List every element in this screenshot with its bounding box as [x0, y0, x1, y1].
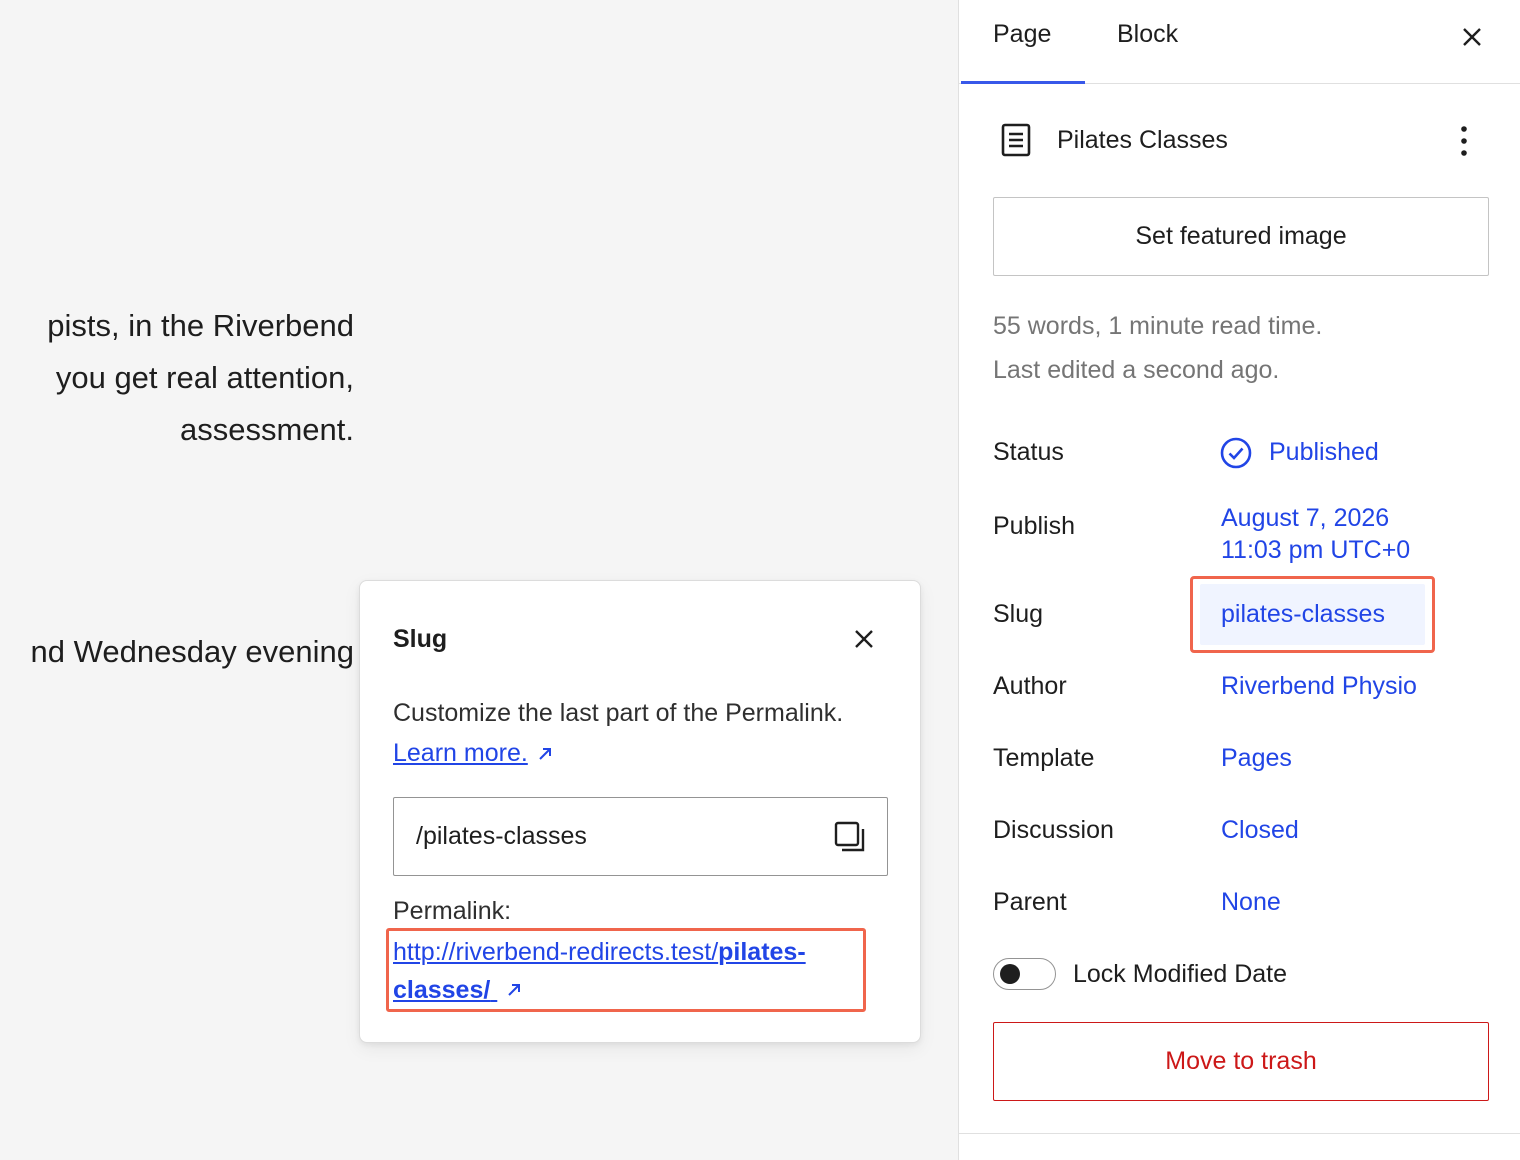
permalink-slug-part2: classes/	[393, 976, 491, 1004]
popover-close-button[interactable]	[846, 621, 882, 657]
parent-value[interactable]: None	[1221, 886, 1281, 918]
tab-block[interactable]: Block	[1117, 20, 1178, 49]
slug-field[interactable]	[393, 797, 888, 876]
content-paragraph[interactable]: pists, in the Riverbend you get real att…	[47, 300, 354, 456]
close-icon	[855, 630, 873, 648]
parent-label: Parent	[993, 888, 1067, 916]
learn-more-label: Learn more.	[393, 739, 528, 767]
close-icon	[1463, 28, 1481, 46]
permalink-base: http://riverbend-redirects.test/	[393, 938, 719, 966]
author-value[interactable]: Riverbend Physio	[1221, 670, 1417, 702]
close-sidebar-button[interactable]	[1453, 18, 1491, 56]
copy-icon	[834, 821, 865, 852]
discussion-label: Discussion	[993, 816, 1114, 844]
active-tab-indicator	[961, 81, 1085, 84]
content-paragraph[interactable]: nd Wednesday evening	[31, 626, 354, 678]
paragraph-line: you get real attention,	[55, 360, 354, 395]
divider	[959, 1133, 1520, 1134]
last-edited: Last edited a second ago.	[993, 356, 1280, 384]
page-actions-button[interactable]	[1449, 122, 1479, 160]
page-title: Pilates Classes	[1057, 126, 1228, 154]
publish-date-button[interactable]: August 7, 2026 11:03 pm UTC+0	[1221, 502, 1410, 566]
template-value[interactable]: Pages	[1221, 742, 1292, 774]
slug-popover: Slug Customize the last part of the Perm…	[359, 580, 921, 1043]
paragraph-line: pists, in the Riverbend	[47, 308, 354, 343]
publish-date: August 7, 2026	[1221, 504, 1390, 532]
lock-modified-toggle[interactable]	[993, 958, 1056, 990]
status-value[interactable]: Published	[1269, 436, 1379, 468]
status-label: Status	[993, 438, 1064, 466]
paragraph-line: nd Wednesday evening	[30, 634, 354, 669]
page-icon	[1001, 123, 1031, 157]
editor-canvas: pists, in the Riverbend you get real att…	[0, 0, 958, 1160]
toggle-knob	[1000, 964, 1020, 984]
learn-more-link[interactable]: Learn more.	[393, 739, 554, 768]
copy-button[interactable]	[831, 818, 869, 856]
discussion-value[interactable]: Closed	[1221, 814, 1299, 846]
lock-modified-label: Lock Modified Date	[1073, 960, 1288, 988]
popover-description: Customize the last part of the Permalink…	[393, 699, 844, 727]
author-label: Author	[993, 672, 1067, 700]
paragraph-line: assessment.	[179, 412, 354, 447]
settings-sidebar: Page Block Pilates Classes Set featured …	[958, 0, 1520, 1160]
slug-input[interactable]	[416, 798, 816, 874]
published-check-icon	[1220, 437, 1252, 469]
external-link-icon	[539, 747, 551, 760]
permalink-link[interactable]: http://riverbend-redirects.test/pilates-…	[393, 933, 863, 1009]
more-vertical-icon	[1461, 126, 1467, 156]
word-count: 55 words, 1 minute read time.	[993, 312, 1323, 340]
set-featured-image-button[interactable]: Set featured image	[993, 197, 1489, 276]
external-link-icon	[508, 984, 521, 996]
publish-label: Publish	[993, 512, 1075, 540]
permalink-slug-part1: pilates-	[718, 938, 806, 966]
popover-title: Slug	[393, 625, 448, 653]
tab-page[interactable]: Page	[993, 20, 1051, 49]
slug-label: Slug	[993, 600, 1044, 628]
template-label: Template	[993, 744, 1095, 772]
publish-time: 11:03 pm UTC+0	[1221, 536, 1411, 564]
slug-button[interactable]: pilates-classes	[1221, 598, 1385, 630]
move-to-trash-button[interactable]: Move to trash	[993, 1022, 1489, 1101]
permalink-label: Permalink:	[393, 897, 512, 925]
sidebar-tabs: Page Block	[959, 0, 1520, 84]
